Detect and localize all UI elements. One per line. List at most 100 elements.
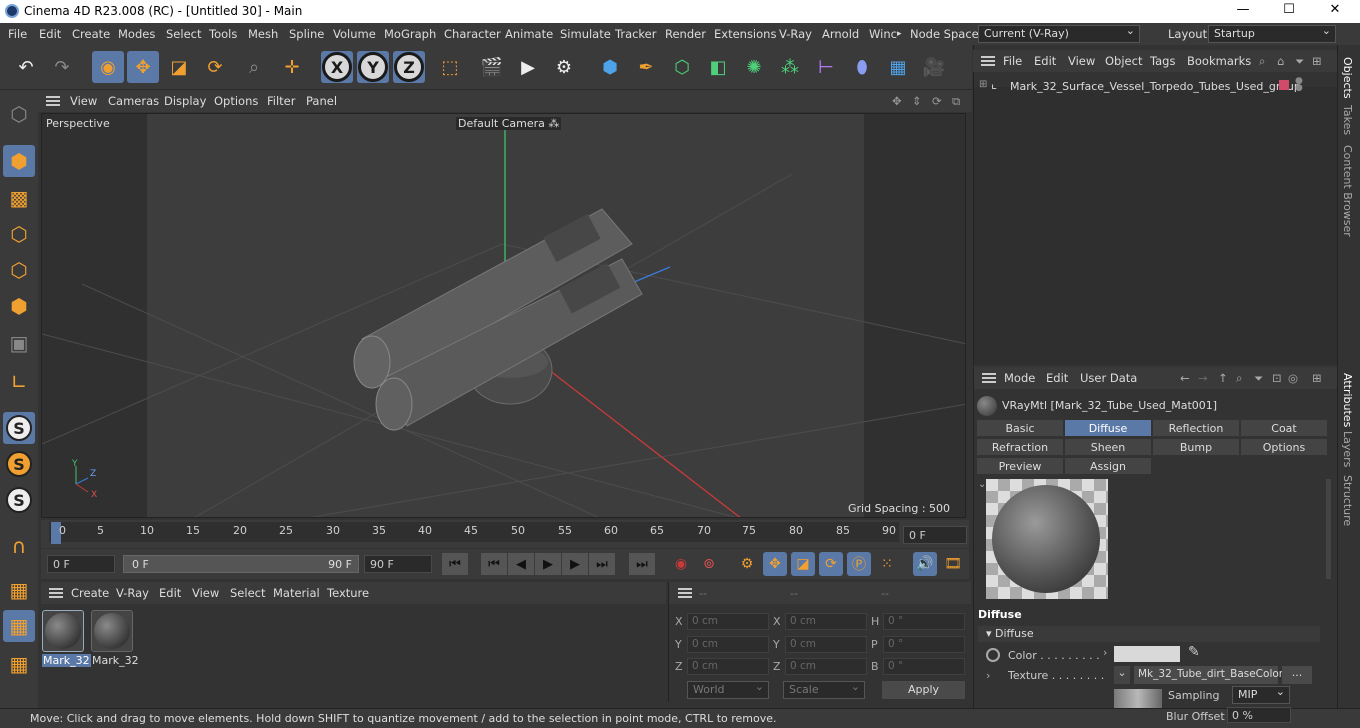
play-icon[interactable]: ▶ bbox=[535, 553, 561, 575]
material-item[interactable] bbox=[91, 610, 133, 652]
node-space-select[interactable]: Current (V-Ray) bbox=[978, 24, 1140, 43]
transform-icon[interactable]: ✛ bbox=[276, 51, 308, 83]
material-item[interactable] bbox=[42, 610, 84, 652]
next-frame-icon[interactable]: ▶ bbox=[562, 553, 588, 575]
tab-refraction[interactable]: Refraction bbox=[976, 438, 1064, 456]
cube-icon[interactable]: ⬢ bbox=[594, 51, 626, 83]
goto-end-icon[interactable]: ⏭ bbox=[629, 553, 655, 575]
snap-settings-icon[interactable]: S bbox=[3, 448, 35, 480]
viewport-menu-view[interactable]: View bbox=[70, 94, 97, 108]
viewport-menu-filter[interactable]: Filter bbox=[267, 94, 295, 108]
size-x-field[interactable]: 0 cm bbox=[785, 613, 867, 630]
pen-icon[interactable]: ✒ bbox=[630, 51, 662, 83]
key-rotation-icon[interactable]: ⟳ bbox=[819, 552, 843, 576]
redo-icon[interactable]: ↷ bbox=[46, 51, 78, 83]
current-frame-field[interactable]: 0 F bbox=[903, 526, 967, 544]
forward-arrow-icon[interactable]: → bbox=[1198, 371, 1208, 385]
rotation-h-field[interactable]: 0 ° bbox=[883, 613, 965, 630]
subdivision-icon[interactable]: ⬡ bbox=[666, 51, 698, 83]
material-menu-vray[interactable]: V-Ray bbox=[116, 586, 149, 600]
snap-icon[interactable]: S bbox=[3, 412, 35, 444]
workplane-rotate-icon[interactable]: ▦ bbox=[3, 648, 35, 680]
x-axis-lock-icon[interactable]: X bbox=[321, 51, 353, 83]
menu-render[interactable]: Render bbox=[665, 27, 706, 41]
coordinates-menu-icon[interactable] bbox=[678, 588, 692, 598]
polygons-mode-icon[interactable]: ⬢ bbox=[3, 290, 35, 322]
menu-arnold[interactable]: Arnold bbox=[822, 27, 859, 41]
material-menu-icon[interactable] bbox=[49, 588, 63, 598]
texture-expand-icon[interactable]: › bbox=[986, 669, 990, 682]
record-icon[interactable]: ◉ bbox=[669, 552, 693, 576]
preview-scrollbar[interactable] bbox=[1326, 479, 1331, 579]
menu-select[interactable]: Select bbox=[166, 27, 201, 41]
visibility-dots-icon[interactable]: ● ● bbox=[1295, 77, 1303, 93]
z-axis-lock-icon[interactable]: Z bbox=[393, 51, 425, 83]
key-parameter-icon[interactable]: Ⓟ bbox=[847, 552, 871, 576]
menu-character[interactable]: Character bbox=[444, 27, 501, 41]
menu-modes[interactable]: Modes bbox=[118, 27, 155, 41]
back-arrow-icon[interactable]: ← bbox=[1180, 371, 1190, 385]
quantize-icon[interactable]: S bbox=[3, 484, 35, 516]
viewport-menu-cameras[interactable]: Cameras bbox=[108, 94, 159, 108]
side-tab-attributes[interactable]: Attributes bbox=[1341, 373, 1354, 427]
object-list[interactable] bbox=[974, 87, 1338, 365]
side-tab-layers[interactable]: Layers bbox=[1341, 431, 1354, 467]
coordinate-mode-select[interactable]: World bbox=[687, 680, 769, 699]
autokey-icon[interactable]: ⊚ bbox=[697, 552, 721, 576]
scale-icon[interactable]: ◪ bbox=[163, 51, 195, 83]
key-scale-icon[interactable]: ◪ bbox=[791, 552, 815, 576]
search-icon[interactable]: ⌕ bbox=[1259, 54, 1265, 69]
material-menu-create[interactable]: Create bbox=[71, 586, 109, 600]
viewport-menu-options[interactable]: Options bbox=[214, 94, 258, 108]
color-animate-radio[interactable] bbox=[986, 648, 1000, 662]
tab-reflection[interactable]: Reflection bbox=[1152, 419, 1240, 437]
tab-basic[interactable]: Basic bbox=[976, 419, 1064, 437]
object-menu-icon[interactable] bbox=[981, 56, 995, 66]
viewport-menu-icon[interactable] bbox=[46, 96, 60, 106]
rotate-icon[interactable]: ⟳ bbox=[199, 51, 231, 83]
frame-range-slider[interactable]: 0 F 90 F bbox=[123, 555, 359, 573]
locked-workplane-icon[interactable]: ▦ bbox=[3, 610, 35, 642]
render-picture-viewer-icon[interactable]: ▶ bbox=[512, 51, 544, 83]
tab-options[interactable]: Options bbox=[1240, 438, 1328, 456]
lock-icon[interactable]: ⊡ bbox=[1272, 371, 1282, 385]
viewport-zoom-icon[interactable]: ⇕ bbox=[912, 94, 922, 108]
texture-thumbnail[interactable] bbox=[1114, 689, 1162, 708]
start-frame-field[interactable]: 0 F bbox=[47, 555, 115, 573]
workplane-icon[interactable]: ▦ bbox=[3, 574, 35, 606]
object-menu-view[interactable]: View bbox=[1068, 54, 1095, 68]
blur-offset-field[interactable]: 0 % bbox=[1227, 707, 1291, 723]
prev-key-icon[interactable]: ⏮ bbox=[481, 553, 507, 575]
attribute-menu-user-data[interactable]: User Data bbox=[1080, 371, 1137, 385]
side-tab-objects[interactable]: Objects bbox=[1341, 57, 1354, 99]
viewport-menu-display[interactable]: Display bbox=[164, 94, 206, 108]
size-y-field[interactable]: 0 cm bbox=[785, 636, 867, 653]
attribute-menu-edit[interactable]: Edit bbox=[1046, 371, 1068, 385]
color-swatch[interactable] bbox=[1114, 646, 1180, 662]
menu-file[interactable]: File bbox=[8, 27, 27, 41]
render-view-icon[interactable]: 🎬 bbox=[476, 51, 508, 83]
recent-tool-icon[interactable]: ⌕ bbox=[238, 51, 270, 83]
undo-icon[interactable]: ↶ bbox=[10, 51, 42, 83]
color-expand-icon[interactable]: › bbox=[1103, 646, 1107, 659]
viewport-pan-icon[interactable]: ✥ bbox=[892, 94, 902, 108]
maximize-button[interactable]: ☐ bbox=[1266, 2, 1312, 17]
layer-color-swatch[interactable] bbox=[1279, 80, 1289, 90]
tab-diffuse[interactable]: Diffuse bbox=[1064, 419, 1152, 437]
menu-extensions[interactable]: Extensions bbox=[714, 27, 776, 41]
menu-create[interactable]: Create bbox=[72, 27, 110, 41]
timeline-ruler[interactable]: 0 5 10 15 20 25 30 35 40 45 50 55 60 65 … bbox=[41, 520, 969, 548]
rotation-b-field[interactable]: 0 ° bbox=[883, 658, 965, 675]
menu-edit[interactable]: Edit bbox=[39, 27, 61, 41]
close-button[interactable]: ✕ bbox=[1312, 2, 1358, 17]
menu-animate[interactable]: Animate bbox=[505, 27, 553, 41]
live-selection-icon[interactable]: ◉ bbox=[92, 51, 124, 83]
coordinate-system-icon[interactable]: ⬚ bbox=[434, 51, 466, 83]
magnet-icon[interactable]: ∩ bbox=[3, 530, 35, 562]
texture-name-button[interactable]: Mk_32_Tube_dirt_BaseColor bbox=[1134, 666, 1283, 684]
texture-dropdown-icon[interactable]: ⌄ bbox=[1114, 666, 1130, 684]
key-pla-icon[interactable]: ⁙ bbox=[875, 552, 899, 576]
field-icon[interactable]: ⁂ bbox=[774, 51, 806, 83]
position-x-field[interactable]: 0 cm bbox=[687, 613, 769, 630]
side-tab-structure[interactable]: Structure bbox=[1341, 475, 1354, 526]
